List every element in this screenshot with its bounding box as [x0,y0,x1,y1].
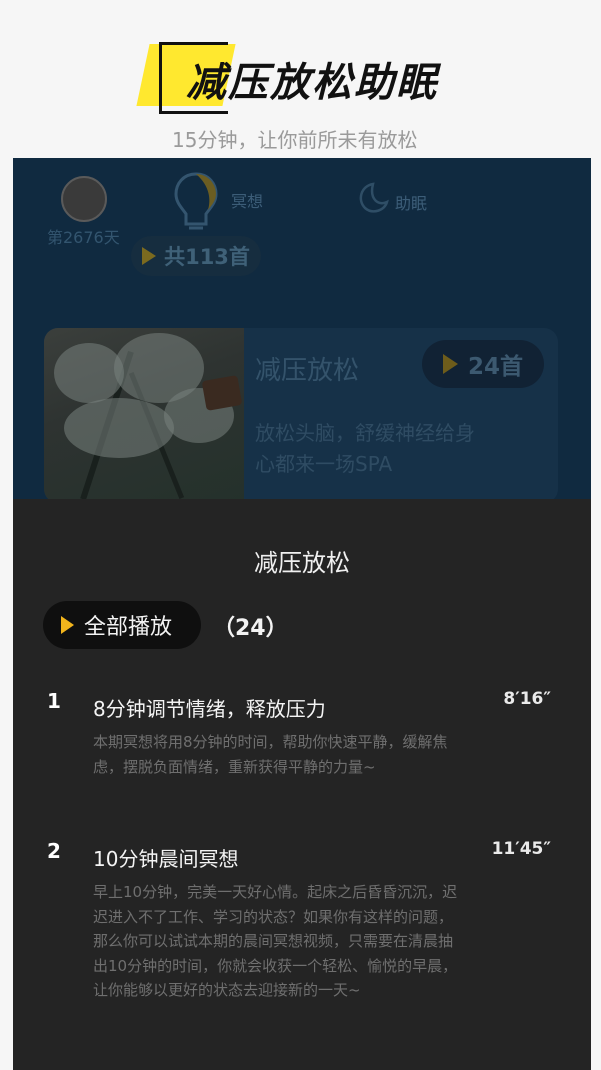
card-description: 放松头脑，舒缓神经给身心都来一场SPA [255,421,475,476]
play-all-label: 全部播放 [84,615,173,640]
card-title: 减压放松 [255,356,360,386]
track-title: 8分钟调节情绪，释放压力 [93,697,326,721]
app-screen: 第2676天 冥想 助眠 共113首 减压放松 24首 放松头脑，舒缓神经给身心… [13,158,591,1070]
total-count-label: 共113首 [164,245,250,269]
avatar[interactable] [61,176,107,222]
category-card[interactable]: 减压放松 24首 放松头脑，舒缓神经给身心都来一场SPA [44,328,558,503]
total-count-button[interactable]: 共113首 [131,236,261,276]
track-number: 2 [47,839,61,863]
track-count: （24） [213,616,288,641]
play-all-button[interactable]: 全部播放 [43,601,201,649]
tab-meditation[interactable]: 冥想 [231,188,263,212]
track-description: 本期冥想将用8分钟的时间，帮助你快速平静，缓解焦虑，摆脱负面情绪，重新获得平静的… [93,733,448,776]
tab-sleep[interactable]: 助眠 [395,190,427,214]
moon-icon [359,182,389,213]
hero-subtitle: 15分钟，让你前所未有放松 [172,128,418,152]
track-title: 10分钟晨间冥想 [93,847,239,871]
play-icon [442,354,458,374]
play-icon [61,616,74,634]
track-duration: 11′45″ [491,839,551,859]
top-bar: 第2676天 冥想 助眠 共113首 [13,158,591,276]
lightbulb-icon [174,172,218,230]
track-number: 1 [47,689,61,713]
title-bracket-decoration [159,42,228,114]
day-count: 第2676天 [47,228,120,247]
track-description: 早上10分钟，完美一天好心情。起床之后昏昏沉沉，迟迟进入不了工作、学习的状态？如… [93,883,458,999]
card-count-button[interactable]: 24首 [422,340,544,388]
play-icon [142,247,157,265]
card-count-label: 24首 [467,354,523,380]
sheet-title: 减压放松 [254,549,350,577]
card-image [44,328,244,503]
track-duration: 8′16″ [503,689,551,709]
playlist-sheet: 减压放松 全部播放 （24） 1 8分钟调节情绪，释放压力 8′16″ 本期冥想… [13,499,591,1070]
